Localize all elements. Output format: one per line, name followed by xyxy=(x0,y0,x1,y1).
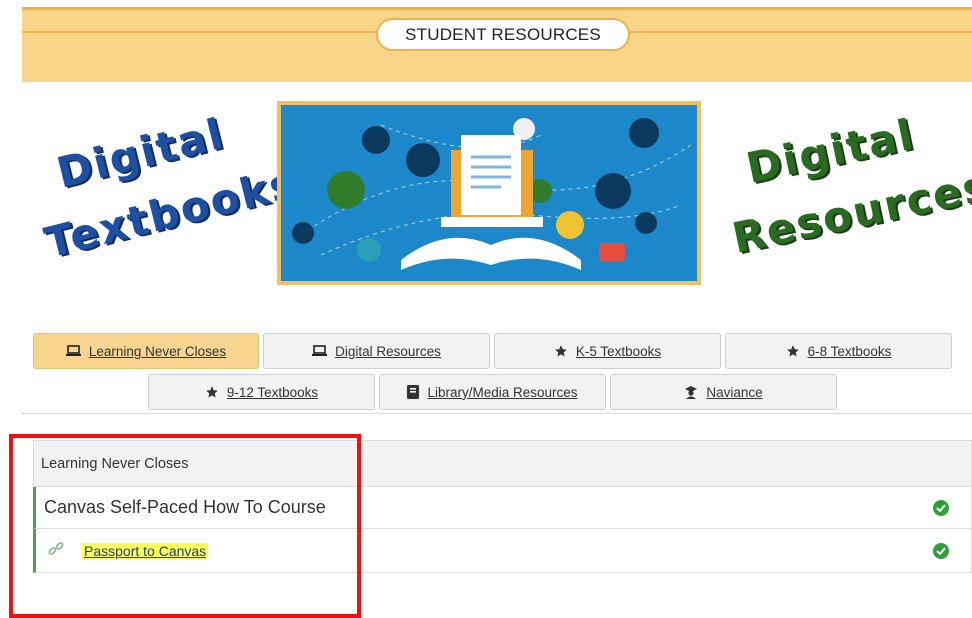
tab-label: Library/Media Resources xyxy=(427,384,578,400)
tab-label: Learning Never Closes xyxy=(88,343,227,359)
tab-learning-never-closes[interactable]: Learning Never Closes xyxy=(33,333,259,369)
check-icon xyxy=(933,499,949,516)
star-icon xyxy=(205,385,219,399)
tab-k5-textbooks[interactable]: K-5 Textbooks xyxy=(494,333,721,369)
education-icons-illustration xyxy=(292,118,692,270)
tab-panel-border xyxy=(22,413,972,414)
tab-digital-resources[interactable]: Digital Resources xyxy=(263,333,490,369)
banner-illustration xyxy=(277,101,701,285)
tab-label: 9-12 Textbooks xyxy=(226,384,319,400)
tab-library-media-resources[interactable]: Library/Media Resources xyxy=(379,374,606,410)
graduate-icon xyxy=(684,385,698,399)
star-icon xyxy=(786,344,800,358)
tab-label: 6-8 Textbooks xyxy=(807,343,892,359)
tab-label: Digital Resources xyxy=(335,343,441,359)
tab-9-12-textbooks[interactable]: 9-12 Textbooks xyxy=(148,374,375,410)
check-icon xyxy=(933,542,949,559)
laptop-icon xyxy=(65,345,81,357)
book-icon xyxy=(407,385,420,399)
tab-naviance[interactable]: Naviance xyxy=(610,374,837,410)
tab-label: K-5 Textbooks xyxy=(575,343,662,359)
page-title: STUDENT RESOURCES xyxy=(376,18,630,51)
tab-label: Naviance xyxy=(706,384,763,400)
star-icon xyxy=(554,344,568,358)
laptop-icon xyxy=(312,345,328,357)
annotation-highlight-box xyxy=(9,434,361,618)
tab-6-8-textbooks[interactable]: 6-8 Textbooks xyxy=(725,333,952,369)
